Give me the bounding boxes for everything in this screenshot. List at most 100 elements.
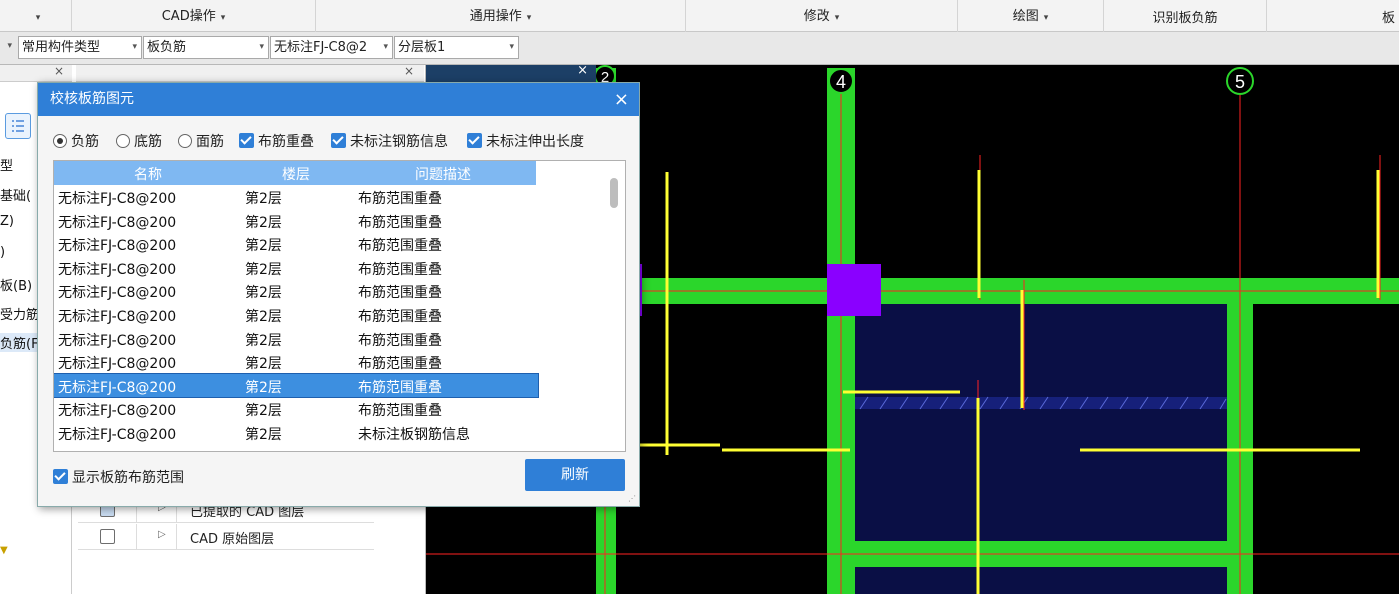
- table-row[interactable]: 无标注FJ-C8@200 第2层 布筋范围重叠: [54, 303, 538, 327]
- chevron-down-icon: ▾: [259, 42, 264, 52]
- cell-floor: 第2层: [245, 356, 282, 373]
- slab-region[interactable]: [855, 567, 1227, 594]
- nav-item[interactable]: ): [0, 245, 5, 260]
- radio-label: 底筋: [134, 134, 162, 150]
- issue-table: 名称 楼层 问题描述 无标注FJ-C8@200 第2层 布筋范围重叠 无标注FJ-C8…: [53, 160, 626, 452]
- layer-label: CAD 原始图层: [190, 532, 275, 547]
- table-row[interactable]: 无标注FJ-C8@200 第2层 布筋范围重叠: [54, 209, 538, 233]
- radio-label: 负筋: [71, 134, 99, 150]
- layer-slab-combo[interactable]: 分层板1 ▾: [394, 36, 519, 59]
- cell-floor: 第2层: [245, 238, 282, 255]
- table-header: 名称 楼层 问题描述: [54, 161, 536, 185]
- column-header-floor[interactable]: 楼层: [282, 164, 310, 184]
- cell-floor: 第2层: [245, 285, 282, 302]
- axis-label-4: 4: [836, 72, 846, 92]
- combo-value: 分层板1: [398, 40, 446, 55]
- checkbox-unlabeled-length[interactable]: 未标注伸出长度: [467, 131, 584, 151]
- cell-floor: 第2层: [245, 427, 282, 443]
- ribbon-group-draw[interactable]: 绘图 ▾: [958, 0, 1104, 32]
- ribbon-group-0[interactable]: ▾: [0, 0, 72, 32]
- chevron-down-icon: ▾: [1043, 13, 1049, 23]
- radio-negative-rebar[interactable]: 负筋: [53, 131, 99, 151]
- ribbon-group-identify-neg-rebar[interactable]: 识别板负筋: [1104, 0, 1267, 32]
- resize-grip-icon[interactable]: ⋰: [628, 494, 636, 503]
- layer-checkbox[interactable]: [100, 529, 115, 544]
- cell-floor: 第2层: [245, 332, 282, 349]
- cell-description: 布筋范围重叠: [358, 238, 442, 255]
- cell-name: 无标注FJ-C8@200: [58, 309, 177, 325]
- scrollbar-thumb[interactable]: [610, 178, 618, 208]
- cell-description: 布筋范围重叠: [358, 379, 442, 396]
- cell-description: 布筋范围重叠: [358, 403, 442, 420]
- slab-region[interactable]: [855, 303, 1227, 541]
- cell-name: 无标注FJ-C8@200: [58, 379, 177, 396]
- ribbon-group-label: CAD操作: [161, 9, 216, 24]
- chevron-down-icon: ▾: [35, 13, 41, 23]
- table-row[interactable]: 无标注FJ-C8@200 第2层 布筋范围重叠: [54, 279, 538, 303]
- close-icon[interactable]: ×: [614, 83, 629, 116]
- checkbox-checked-icon: [331, 133, 346, 148]
- radio-label: 面筋: [196, 134, 224, 150]
- cell-description: 布筋范围重叠: [358, 356, 442, 373]
- checkbox-show-range[interactable]: 显示板筋布筋范围: [53, 467, 184, 487]
- ribbon-group-general[interactable]: 通用操作 ▾: [316, 0, 686, 32]
- ribbon-group-label: 板: [1381, 11, 1395, 26]
- column[interactable]: [827, 264, 881, 316]
- ribbon-group-label: 绘图: [1012, 9, 1039, 24]
- drawing-tab[interactable]: ×: [426, 63, 596, 82]
- marker-icon: ▼: [0, 545, 8, 556]
- checkbox-overlap[interactable]: 布筋重叠: [239, 131, 314, 151]
- table-row[interactable]: 无标注FJ-C8@200 第2层 布筋范围重叠: [54, 185, 538, 209]
- cell-name: 无标注FJ-C8@200: [58, 356, 177, 373]
- cell-description: 布筋范围重叠: [358, 309, 442, 325]
- nav-item[interactable]: 板(B): [0, 275, 32, 294]
- nav-item[interactable]: 型: [0, 155, 13, 174]
- column-header-name[interactable]: 名称: [134, 164, 162, 184]
- axis-label-5: 5: [1235, 72, 1245, 92]
- ribbon-group-slab[interactable]: 板: [1267, 0, 1399, 32]
- chevron-down-icon: ▾: [834, 13, 840, 23]
- cell-name: 无标注FJ-C8@200: [58, 214, 177, 231]
- close-icon[interactable]: ×: [54, 64, 64, 78]
- radio-bottom-rebar[interactable]: 底筋: [116, 131, 162, 151]
- table-row[interactable]: 无标注FJ-C8@200 第2层 未标注板钢筋信息: [54, 421, 538, 445]
- cell-name: 无标注FJ-C8@200: [58, 191, 177, 207]
- table-row[interactable]: 无标注FJ-C8@200 第2层 布筋范围重叠: [54, 256, 538, 280]
- divider: [176, 524, 177, 550]
- ribbon-group-bar: ▾ CAD操作 ▾ 通用操作 ▾ 修改 ▾ 绘图 ▾ 识别板负筋 板: [0, 0, 1399, 32]
- table-row[interactable]: 无标注FJ-C8@200 第2层 布筋范围重叠: [54, 327, 538, 351]
- radio-face-rebar[interactable]: 面筋: [178, 131, 224, 151]
- checkbox-checked-icon: [53, 469, 68, 484]
- table-row[interactable]: 无标注FJ-C8@200 第2层 布筋范围重叠: [54, 350, 538, 374]
- nav-panel-tab: ×: [0, 64, 72, 82]
- layer-row-original[interactable]: ▷ CAD 原始图层: [78, 524, 374, 550]
- table-row[interactable]: 无标注FJ-C8@200 第2层 布筋范围重叠: [54, 397, 538, 421]
- close-icon[interactable]: ×: [404, 64, 414, 78]
- list-view-icon[interactable]: [5, 113, 31, 139]
- layer-panel-tab: ×: [76, 64, 424, 82]
- nav-item[interactable]: 基础(: [0, 185, 31, 204]
- component-category-combo[interactable]: 板负筋 ▾: [143, 36, 269, 59]
- chevron-down-icon: ▾: [383, 37, 388, 58]
- table-row[interactable]: 无标注FJ-C8@200 第2层 布筋范围重叠: [54, 232, 538, 256]
- refresh-button[interactable]: 刷新: [525, 459, 625, 491]
- nav-item-selected[interactable]: 负筋(F): [0, 333, 44, 352]
- radio-icon: [178, 134, 192, 148]
- ribbon-group-cad[interactable]: CAD操作 ▾: [72, 0, 316, 32]
- component-type-combo[interactable]: 常用构件类型 ▾: [18, 36, 142, 59]
- component-name-combo[interactable]: 无标注FJ-C8@2 ▾: [270, 36, 393, 59]
- cell-description: 布筋范围重叠: [358, 191, 442, 207]
- toolbar-combo-0[interactable]: ▾: [0, 36, 16, 59]
- dialog-title-bar[interactable]: 校核板筋图元 ×: [38, 83, 639, 116]
- checkbox-unlabeled-info[interactable]: 未标注钢筋信息: [331, 131, 448, 151]
- checkbox-label: 未标注伸出长度: [486, 134, 584, 150]
- expand-icon[interactable]: ▷: [158, 529, 166, 540]
- column-header-description[interactable]: 问题描述: [415, 164, 471, 184]
- table-row-selected[interactable]: 无标注FJ-C8@200 第2层 布筋范围重叠: [54, 372, 539, 399]
- close-icon[interactable]: ×: [577, 63, 588, 78]
- cell-name: 无标注FJ-C8@200: [58, 238, 177, 255]
- ribbon-group-modify[interactable]: 修改 ▾: [686, 0, 958, 32]
- nav-item[interactable]: Z): [0, 214, 14, 229]
- checkbox-label: 未标注钢筋信息: [350, 134, 448, 150]
- radio-icon: [116, 134, 130, 148]
